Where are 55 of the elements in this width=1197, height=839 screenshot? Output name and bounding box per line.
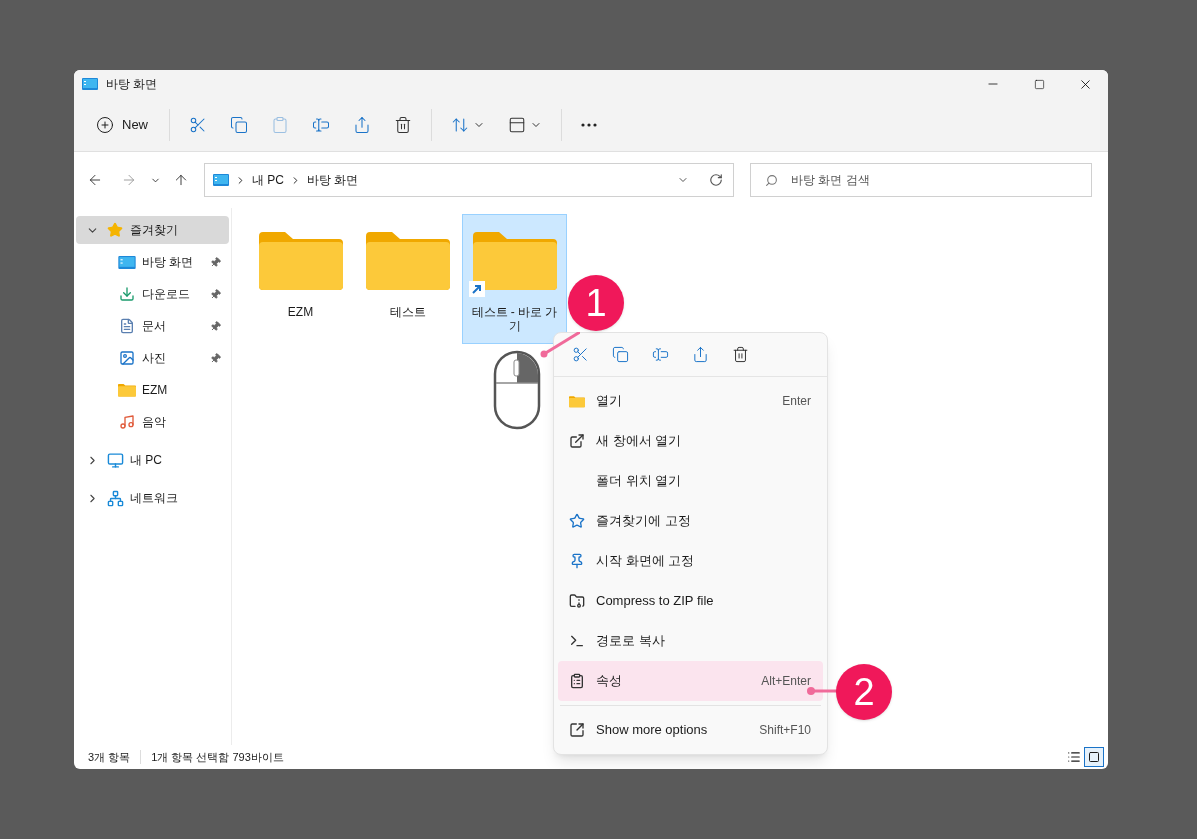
sidebar-item[interactable]: 즐겨찾기 [76, 216, 229, 244]
sidebar-item[interactable]: 다운로드 [76, 280, 229, 308]
menu-item[interactable]: 경로로 복사 [558, 621, 823, 661]
sidebar-item[interactable]: EZM [76, 376, 229, 404]
menu-item-label: 폴더 위치 열기 [596, 472, 683, 491]
sidebar-label: 사진 [142, 350, 167, 367]
shortcut-text: Alt+Enter [761, 673, 811, 690]
status-text: 3개 항목 [88, 749, 131, 765]
sidebar-label: 즐겨찾기 [130, 222, 179, 239]
menu-item-label: 속성 [596, 672, 623, 691]
breadcrumb[interactable]: 내 PC [252, 171, 284, 189]
menu-item[interactable]: 폴더 위치 열기 [558, 461, 823, 501]
menu-item[interactable]: 열기 Enter [558, 381, 823, 421]
menu-item[interactable]: Show more options Shift+F10 [558, 710, 823, 750]
file-name: 테스트 [388, 305, 427, 319]
sidebar-label: 음악 [142, 414, 167, 431]
shortcut-text: Enter [782, 393, 811, 410]
menu-item-label: 즐겨찾기에 고정 [596, 512, 692, 531]
search-field[interactable]: 바탕 화면 검색 [750, 163, 1092, 197]
breadcrumb[interactable]: 바탕 화면 [307, 171, 359, 189]
menu-item[interactable]: 속성 Alt+Enter [558, 661, 823, 701]
sidebar-label: 바탕 화면 [142, 254, 195, 271]
menu-item[interactable]: 즐겨찾기에 고정 [558, 501, 823, 541]
menu-item[interactable]: Compress to ZIP file [558, 581, 823, 621]
sidebar-item[interactable]: 바탕 화면 [76, 248, 229, 276]
file-name: EZM [286, 305, 315, 319]
folder-item[interactable]: 테스트 [355, 214, 460, 344]
menu-item-label: 새 창에서 열기 [596, 432, 683, 451]
sidebar-label: 네트워크 [130, 490, 179, 507]
callout-badge: 2 [836, 664, 892, 720]
sidebar-label: 내 PC [130, 452, 163, 469]
menu-item[interactable]: 새 창에서 열기 [558, 421, 823, 461]
sidebar-item[interactable]: 음악 [76, 408, 229, 436]
address-bar[interactable]: 내 PC 바탕 화면 [204, 163, 734, 197]
callout-badge: 1 [568, 275, 624, 331]
sidebar-label: 문서 [142, 318, 167, 335]
menu-item-label: Show more options [596, 721, 709, 740]
menu-item[interactable]: 시작 화면에 고정 [558, 541, 823, 581]
window-title: 바탕 화면 [106, 76, 158, 93]
sidebar-item[interactable]: 사진 [76, 344, 229, 372]
status-text: 1개 항목 선택함 793바이트 [151, 749, 284, 765]
sidebar-label: 다운로드 [142, 286, 191, 303]
file-name: 테스트 - 바로 가기 [470, 305, 559, 333]
menu-item-label: Compress to ZIP file [596, 592, 715, 611]
shortcut-text: Shift+F10 [759, 722, 811, 739]
sidebar-label: EZM [142, 382, 169, 399]
sidebar-item[interactable]: 문서 [76, 312, 229, 340]
menu-item-label: 시작 화면에 고정 [596, 552, 696, 571]
new-button[interactable]: New [84, 106, 160, 143]
sidebar-item[interactable]: 내 PC [76, 446, 229, 474]
menu-item-label: 경로로 복사 [596, 632, 666, 651]
sidebar-item[interactable]: 네트워크 [76, 484, 229, 512]
folder-item[interactable]: 테스트 - 바로 가기 [462, 214, 567, 344]
folder-item[interactable]: EZM [248, 214, 353, 344]
menu-item-label: 열기 [596, 392, 623, 411]
